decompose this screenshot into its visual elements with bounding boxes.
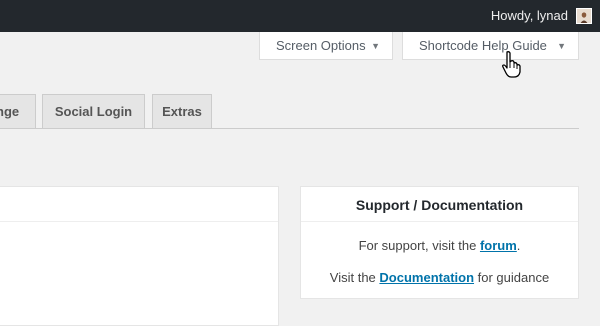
support-docs-line: Visit the Documentation for guidance	[301, 270, 578, 285]
support-box-title: Support / Documentation	[301, 187, 578, 222]
support-forum-line: For support, visit the forum.	[301, 238, 578, 253]
howdy-greeting[interactable]: Howdy, lynad	[491, 0, 568, 32]
tab-divider	[0, 128, 579, 129]
tab-extras[interactable]: Extras	[152, 94, 212, 128]
support-documentation-box: Support / Documentation For support, vis…	[300, 186, 579, 299]
tab-partial[interactable]: nge	[0, 94, 36, 128]
forum-link[interactable]: forum	[480, 238, 517, 253]
support-line1-end: .	[516, 238, 521, 253]
shortcode-help-label: Shortcode Help Guide	[419, 38, 547, 53]
tab-label: nge	[0, 104, 20, 119]
tab-social-login[interactable]: Social Login	[42, 94, 145, 128]
hand-cursor-icon	[502, 51, 521, 78]
support-line2-end: for guidance	[474, 270, 550, 285]
documentation-link[interactable]: Documentation	[379, 270, 474, 285]
admin-bar: Howdy, lynad	[0, 0, 600, 32]
tab-label: Extras	[162, 104, 202, 119]
triangle-down-icon: ▼	[557, 41, 566, 51]
panel-divider	[0, 221, 278, 222]
screen-options-button[interactable]: Screen Options ▼	[259, 32, 393, 60]
support-line1-text: For support, visit the	[358, 238, 480, 253]
shortcode-help-guide-button[interactable]: Shortcode Help Guide ▼	[402, 32, 579, 60]
user-avatar-icon[interactable]	[576, 8, 592, 24]
triangle-down-icon: ▼	[371, 41, 380, 51]
settings-panel	[0, 186, 279, 326]
tab-label: Social Login	[54, 104, 133, 119]
support-line2-text: Visit the	[329, 270, 380, 285]
screen-options-label: Screen Options	[276, 38, 366, 53]
